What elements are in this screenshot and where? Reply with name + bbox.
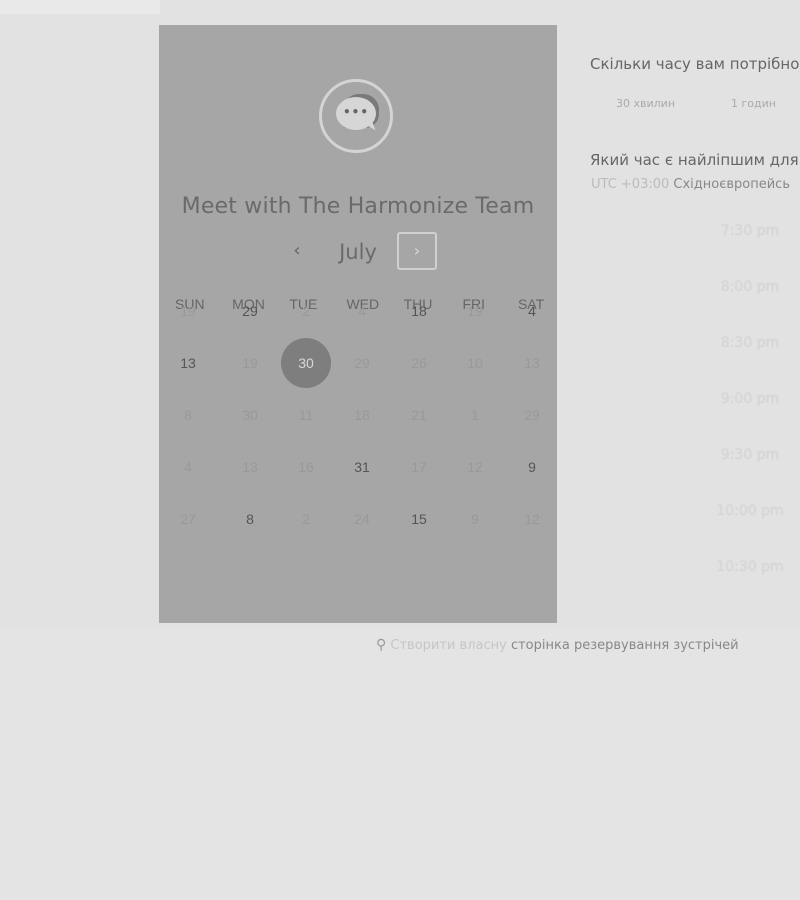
time-slot[interactable]: 9:00 pm: [700, 391, 800, 407]
team-avatar: •••: [319, 79, 393, 153]
timezone-offset: UTC +03:00: [591, 177, 670, 192]
calendar-day: 19: [242, 355, 258, 371]
calendar-panel: ••• Meet with The Harmonize Team ‹ July …: [159, 25, 557, 623]
calendar-day: 9: [471, 511, 479, 527]
calendar-day: 30: [242, 407, 258, 423]
footer: ⚲ Створити власну сторінка резервування …: [376, 637, 739, 653]
timezone-name: Східноєвропейсь: [673, 177, 790, 192]
calendar-day: 21: [411, 407, 427, 423]
calendar-day: 13: [524, 355, 540, 371]
calendar-day[interactable]: 29: [225, 286, 275, 336]
calendar-day: 27: [180, 511, 196, 527]
calendar-day: 13: [242, 459, 258, 475]
sprocket-icon: ⚲: [376, 637, 387, 653]
calendar-day: 4: [358, 303, 366, 319]
chat-dots-icon: •••: [342, 105, 369, 119]
calendar-day: 2: [302, 303, 310, 319]
duration-option-30min[interactable]: 30 хвилин: [616, 97, 675, 110]
month-label: July: [339, 240, 377, 264]
calendar-day: 18: [354, 407, 370, 423]
calendar-day: 17: [411, 459, 427, 475]
calendar-day: 19: [467, 303, 483, 319]
time-slot[interactable]: 10:00 pm: [700, 503, 800, 519]
calendar-day[interactable]: 15: [394, 494, 444, 544]
calendar-day: 1: [471, 407, 479, 423]
calendar-day: 12: [524, 511, 540, 527]
calendar-day: 8: [184, 407, 192, 423]
time-slot[interactable]: 8:30 pm: [700, 335, 800, 351]
calendar-day: 11: [298, 407, 314, 423]
time-slot[interactable]: 8:00 pm: [700, 279, 800, 295]
month-navigation: ‹ July ›: [159, 231, 557, 273]
calendar-day[interactable]: 8: [225, 494, 275, 544]
duration-option-1hour[interactable]: 1 годин: [731, 97, 776, 110]
calendar-day-selected[interactable]: 30: [281, 338, 331, 388]
calendar-day: 2: [302, 511, 310, 527]
time-slot[interactable]: 10:30 pm: [700, 559, 800, 575]
calendar-day[interactable]: 13: [163, 338, 213, 388]
calendar-day[interactable]: 31: [337, 442, 387, 492]
calendar-day[interactable]: 9: [507, 442, 557, 492]
chevron-left-icon[interactable]: ‹: [285, 239, 309, 263]
calendar-day: 24: [354, 511, 370, 527]
calendar-day: 19: [180, 303, 196, 319]
calendar-day: 16: [298, 459, 314, 475]
calendar-day: 10: [467, 355, 483, 371]
top-strip: [0, 0, 160, 14]
time-slot[interactable]: 7:30 pm: [700, 223, 800, 239]
calendar-day[interactable]: 4: [507, 286, 557, 336]
time-question: Який час є найліпшим для: [590, 151, 799, 169]
calendar-day[interactable]: 18: [394, 286, 444, 336]
meeting-title: Meet with The Harmonize Team: [181, 194, 535, 219]
calendar-day: 29: [354, 355, 370, 371]
duration-question: Скільки часу вам потрібно: [590, 55, 800, 73]
calendar-day: 4: [184, 459, 192, 475]
footer-link[interactable]: сторінка резервування зустрічей: [511, 638, 739, 653]
calendar-day: 26: [411, 355, 427, 371]
calendar-day: 12: [467, 459, 483, 475]
timezone-selector[interactable]: UTC +03:00 Східноєвропейсь: [591, 177, 790, 192]
calendar-day: 29: [524, 407, 540, 423]
footer-prefix: Створити власну: [390, 638, 507, 653]
next-month-button[interactable]: ›: [397, 232, 437, 270]
time-slot[interactable]: 9:30 pm: [700, 447, 800, 463]
